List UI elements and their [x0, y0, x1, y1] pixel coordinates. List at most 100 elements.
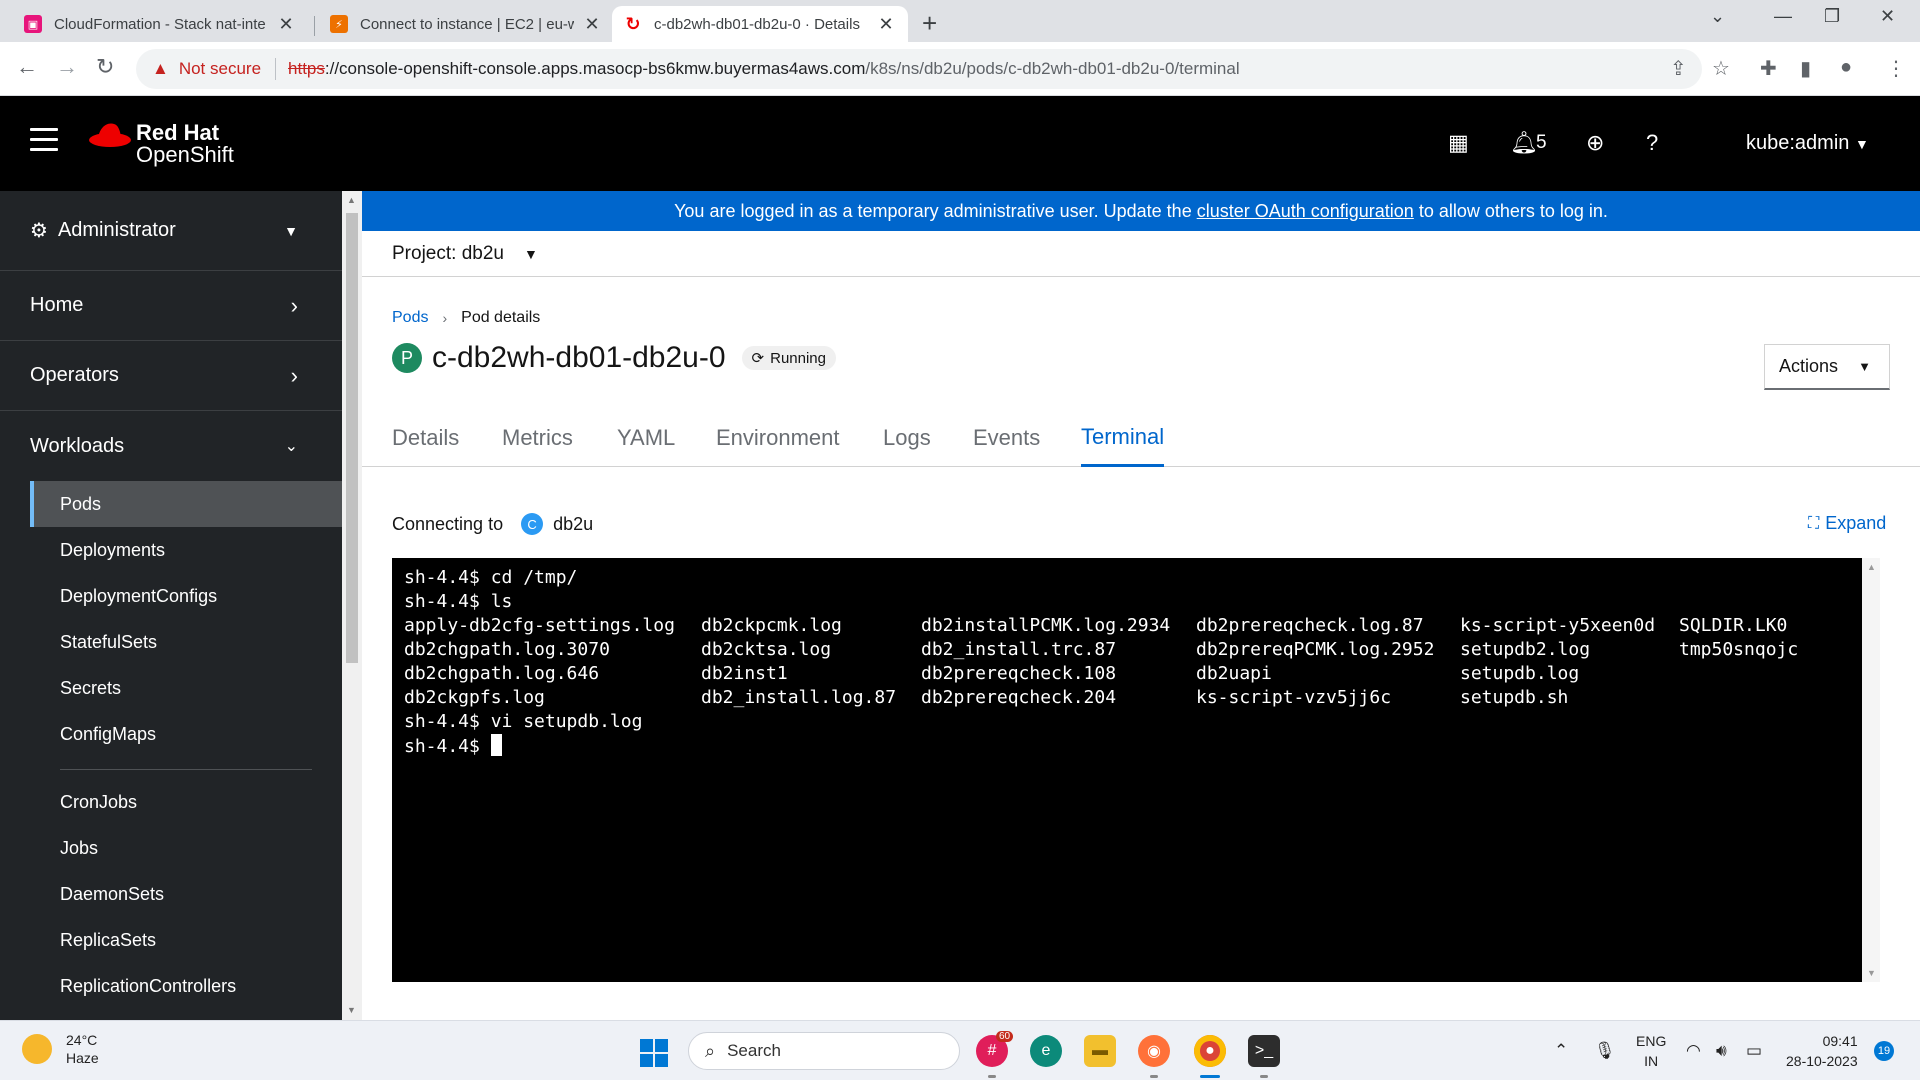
brand-logo[interactable]: Red Hat OpenShift [136, 122, 234, 166]
hamburger-menu-icon[interactable] [30, 128, 58, 158]
chrome-icon[interactable]: ● [1194, 1035, 1226, 1067]
close-window-icon[interactable]: ✕ [1880, 6, 1895, 27]
sidebar-item-deploymentconfigs[interactable]: DeploymentConfigs [30, 573, 342, 619]
tray-overflow-chevron-icon[interactable]: ⌃ [1554, 1041, 1568, 1061]
battery-icon[interactable]: ▭ [1746, 1041, 1762, 1061]
browser-tab-openshift[interactable]: ↻ c-db2wh-db01-db2u-0 · Details ✕ [612, 6, 908, 42]
new-tab-icon[interactable]: + [922, 8, 937, 39]
sidebar-item-secrets[interactable]: Secrets [30, 665, 342, 711]
actions-dropdown[interactable]: Actions ▼ [1764, 344, 1890, 390]
sidebar-item-daemonsets[interactable]: DaemonSets [30, 871, 342, 917]
tab-metrics[interactable]: Metrics [502, 409, 573, 467]
tab-details[interactable]: Details [392, 409, 459, 467]
language-indicator[interactable]: ENG IN [1636, 1031, 1666, 1071]
taskbar-search[interactable]: ⌕ Search [688, 1032, 960, 1070]
wifi-icon[interactable]: ◠ [1686, 1041, 1701, 1061]
breadcrumb-pods-link[interactable]: Pods [392, 309, 428, 327]
caret-down-icon: ▼ [1858, 359, 1871, 374]
tab-events[interactable]: Events [973, 409, 1040, 467]
quick-create-plus-icon[interactable]: ⊕ [1586, 130, 1604, 156]
menu-kebab-icon[interactable]: ⋮ [1886, 56, 1906, 81]
sidebar-item-deployments[interactable]: Deployments [30, 527, 342, 573]
container-selector[interactable]: db2u [553, 514, 593, 535]
extensions-icon[interactable]: ✚ [1760, 56, 1777, 81]
back-icon[interactable]: ← [16, 54, 38, 80]
sidebar-section-operators[interactable]: Operators › [0, 341, 342, 411]
url-field[interactable]: ▲ Not secure https://console-openshift-c… [136, 49, 1702, 89]
scroll-up-icon[interactable]: ▲ [1867, 562, 1876, 572]
ls-entry: db2chgpath.log.646 [404, 663, 600, 684]
share-icon[interactable]: ⇪ [1670, 56, 1687, 81]
terminal-scrollbar[interactable]: ▲ ▼ [1862, 558, 1880, 982]
scroll-down-icon[interactable]: ▼ [347, 1005, 356, 1015]
user-menu[interactable]: kube:admin ▼ [1746, 132, 1869, 155]
windows-start-icon[interactable] [640, 1039, 668, 1067]
scroll-down-icon[interactable]: ▼ [1867, 968, 1876, 978]
firefox-icon[interactable]: ◉ [1138, 1035, 1170, 1067]
sidebar-item-jobs[interactable]: Jobs [30, 825, 342, 871]
oauth-config-link[interactable]: cluster OAuth configuration [1197, 201, 1414, 222]
terminal-app-icon[interactable]: >_ [1248, 1035, 1280, 1067]
close-tab-icon[interactable]: ✕ [276, 14, 296, 35]
ls-entry: db2uapi [1196, 663, 1272, 684]
clock-date: 28-10-2023 [1786, 1053, 1858, 1069]
sidebar-item-replicasets[interactable]: ReplicaSets [30, 917, 342, 963]
chevron-down-icon: ⌄ [284, 438, 298, 455]
weather-widget[interactable]: 24°C Haze [22, 1031, 99, 1067]
browser-tab-ec2[interactable]: ⚡ Connect to instance | EC2 | eu-w ✕ [318, 6, 614, 42]
status-badge: ⟳ Running [741, 346, 836, 370]
tab-terminal[interactable]: Terminal [1081, 409, 1165, 467]
app-launcher-grid-icon[interactable]: ▦ [1448, 130, 1469, 156]
reload-icon[interactable]: ↻ [96, 54, 114, 80]
edge-icon[interactable]: e [1030, 1035, 1062, 1067]
side-panel-icon[interactable]: ▮ [1800, 56, 1811, 81]
item-label: Pods [60, 493, 102, 514]
sidebar-scrollbar[interactable]: ▲ ▼ [342, 191, 362, 1020]
notification-center-badge[interactable]: 19 [1874, 1041, 1894, 1061]
sidebar-item-configmaps[interactable]: ConfigMaps [30, 711, 342, 757]
notification-count[interactable]: 5 [1536, 132, 1547, 154]
sidebar-item-replicationcontrollers[interactable]: ReplicationControllers [30, 963, 342, 1009]
caret-down-icon: ▼ [523, 245, 538, 262]
volume-icon[interactable]: 🔊︎ [1716, 1041, 1727, 1061]
tab-environment[interactable]: Environment [716, 409, 840, 467]
sidebar-item-pods[interactable]: Pods [30, 481, 342, 527]
forward-icon[interactable]: → [56, 54, 78, 80]
nav-divider [60, 769, 312, 770]
security-label[interactable]: Not secure [179, 59, 261, 79]
terminal-console[interactable]: sh-4.4$ cd /tmp/ sh-4.4$ ls apply-db2cfg… [392, 558, 1862, 982]
tab-search-icon[interactable]: ⌄ [1710, 6, 1725, 27]
bookmark-star-icon[interactable]: ☆ [1712, 56, 1730, 81]
item-label: DaemonSets [60, 883, 165, 904]
help-icon[interactable]: ? [1646, 130, 1658, 156]
sidebar-item-statefulsets[interactable]: StatefulSets [30, 619, 342, 665]
connecting-label: Connecting to [392, 513, 504, 534]
page-title: P c-db2wh-db01-db2u-0 ⟳ Running [392, 341, 836, 375]
project-selector[interactable]: Project: db2u ▼ [362, 231, 1920, 277]
tab-yaml[interactable]: YAML [617, 409, 675, 467]
scrollbar-thumb[interactable] [346, 213, 358, 663]
browser-tab-cloudformation[interactable]: ▣ CloudFormation - Stack nat-inte ✕ [12, 6, 308, 42]
restore-icon[interactable]: ❐ [1824, 6, 1840, 27]
sidebar-item-cronjobs[interactable]: CronJobs [30, 779, 342, 825]
notifications-bell-icon[interactable]: 🔔︎ [1510, 130, 1538, 156]
terminal-prompt-line[interactable]: sh-4.4$ [404, 734, 1850, 758]
ls-entry: ks-script-vzv5jj6c [1196, 687, 1392, 708]
tab-logs[interactable]: Logs [883, 409, 931, 467]
scroll-up-icon[interactable]: ▲ [347, 195, 356, 205]
microphone-icon[interactable]: 🎙︎ [1594, 1041, 1616, 1061]
close-tab-icon[interactable]: ✕ [582, 14, 602, 35]
minimize-icon[interactable]: — [1774, 6, 1792, 27]
perspective-switcher[interactable]: ⚙ Administrator ▼ [0, 191, 342, 271]
banner-text: to allow others to log in. [1418, 200, 1608, 221]
sidebar-section-workloads[interactable]: Workloads ⌄ [0, 411, 342, 481]
clock[interactable]: 09:41 28-10-2023 [1786, 1031, 1858, 1071]
chevron-right-icon: › [290, 292, 298, 318]
close-tab-icon[interactable]: ✕ [876, 14, 896, 35]
sidebar-section-home[interactable]: Home › [0, 271, 342, 341]
chevron-right-icon: › [442, 310, 448, 326]
ls-entry [1679, 686, 1859, 710]
profile-icon[interactable]: ● [1840, 56, 1852, 79]
file-explorer-icon[interactable]: ▬ [1084, 1035, 1116, 1067]
expand-button[interactable]: ⛶ Expand [1808, 513, 1886, 534]
